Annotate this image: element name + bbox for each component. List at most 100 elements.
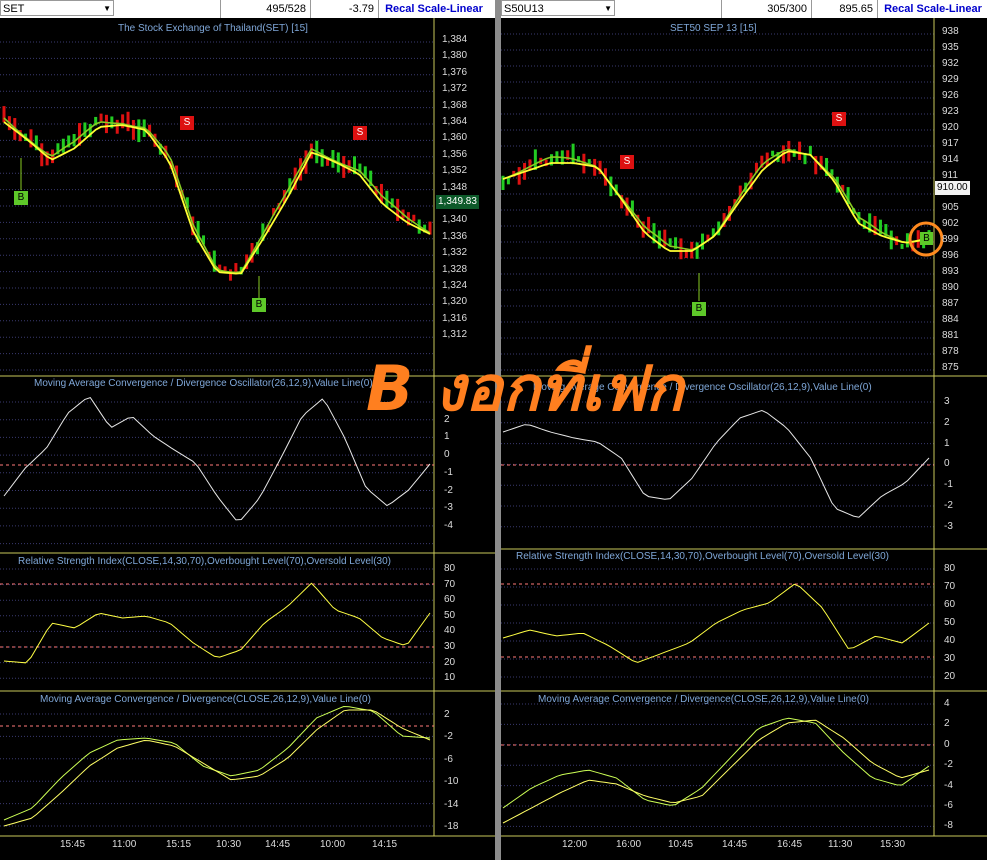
macd-tick-label: -6	[944, 800, 953, 811]
price-tick-label: 914	[942, 154, 959, 165]
right-macd-title: Moving Average Convergence / Divergence(…	[538, 694, 869, 705]
time-tick-label: 11:30	[828, 839, 853, 850]
right-signal-buy: B	[692, 302, 706, 316]
right-count: 305/300	[721, 0, 811, 18]
osc-tick-label: -1	[944, 479, 953, 491]
price-tick-label: 1,360	[442, 132, 468, 144]
macd-tick-label: -8	[944, 820, 953, 832]
time-tick-label: 12:00	[562, 839, 588, 850]
price-tick-label: 932	[942, 58, 959, 69]
price-tick-label: 1,352	[442, 165, 468, 177]
left-signal-buy: B	[252, 298, 266, 312]
left-rsi-line	[3, 582, 431, 664]
price-tick-label: 896	[942, 250, 959, 261]
macd-tick-label: -2	[944, 759, 953, 771]
macd-tick-label: -4	[944, 779, 953, 791]
annotation-text: B งอกที่เฟก	[366, 352, 684, 425]
right-chart-canvas[interactable]	[501, 18, 987, 860]
macd-tick-label: -10	[444, 776, 459, 788]
macd-tick-label: 2	[444, 709, 450, 720]
left-macd-line	[3, 705, 431, 821]
right-signal-sell: S	[832, 112, 846, 126]
price-tick-label: 1,356	[442, 148, 468, 160]
price-tick-label: 929	[942, 74, 959, 85]
left-recal-button[interactable]: Recal Scale-Linear	[378, 0, 489, 18]
left-signal-buy: B	[14, 191, 28, 205]
macd-tick-label: -14	[444, 798, 459, 810]
right-signal-sell: S	[620, 155, 634, 169]
right-candles	[501, 140, 931, 260]
rsi-tick-label: 80	[944, 563, 956, 574]
rsi-tick-label: 50	[444, 609, 456, 621]
left-macd-signal	[3, 709, 431, 827]
macd-tick-label: 0	[944, 738, 950, 750]
rsi-tick-label: 50	[944, 617, 956, 628]
time-tick-label: 15:15	[166, 839, 192, 850]
rsi-tick-label: 30	[944, 653, 956, 664]
left-signal-sell: S	[353, 126, 367, 140]
osc-tick-label: 2	[944, 416, 950, 428]
osc-tick-label: -4	[444, 519, 453, 531]
price-tick-label: 875	[942, 362, 959, 373]
price-tick-label: 1,332	[442, 247, 468, 259]
rsi-tick-label: 20	[444, 656, 456, 668]
right-symbol-select[interactable]: S50U13 ▼	[501, 0, 615, 16]
price-tick-label: 923	[942, 106, 959, 117]
right-ma-slow	[502, 150, 930, 252]
left-symbol-select[interactable]: SET ▼	[0, 0, 114, 16]
left-chart-canvas[interactable]	[0, 18, 495, 860]
right-rsi-title: Relative Strength Index(CLOSE,14,30,70),…	[516, 551, 889, 562]
left-last-price-tag: 1,349.83	[436, 195, 479, 209]
price-tick-label: 1,384	[442, 34, 468, 45]
time-tick-label: 15:30	[880, 839, 906, 850]
time-tick-label: 14:45	[265, 839, 291, 850]
right-change: 895.65	[811, 0, 877, 18]
right-rsi-line	[502, 583, 930, 663]
osc-tick-label: 0	[944, 458, 950, 470]
osc-tick-label: -3	[444, 502, 453, 514]
rsi-tick-label: 60	[444, 594, 456, 606]
price-tick-label: 881	[942, 330, 959, 341]
left-symbol-value: SET	[3, 3, 25, 15]
time-tick-label: 14:45	[722, 839, 748, 850]
macd-tick-label: 2	[944, 718, 950, 730]
right-toolbar: S50U13 ▼ 305/300 895.65 Recal Scale-Line…	[501, 0, 987, 18]
time-tick-label: 16:00	[616, 839, 642, 850]
price-tick-label: 893	[942, 266, 959, 277]
osc-tick-label: -2	[444, 484, 453, 496]
price-tick-label: 1,376	[442, 66, 468, 78]
rsi-tick-label: 70	[944, 581, 956, 592]
left-candles	[2, 106, 432, 281]
osc-tick-label: 0	[444, 449, 450, 461]
price-tick-label: 899	[942, 234, 959, 245]
price-tick-label: 1,312	[442, 329, 468, 341]
time-tick-label: 10:45	[668, 839, 694, 850]
price-tick-label: 1,316	[442, 312, 468, 324]
left-count: 495/528	[220, 0, 310, 18]
price-tick-label: 920	[942, 122, 959, 133]
price-tick-label: 890	[942, 282, 959, 293]
rsi-tick-label: 20	[944, 671, 956, 682]
price-tick-label: 902	[942, 218, 959, 229]
right-recal-button[interactable]: Recal Scale-Linear	[877, 0, 987, 18]
left-rsi-title: Relative Strength Index(CLOSE,14,30,70),…	[18, 556, 391, 567]
osc-tick-label: -3	[944, 520, 953, 532]
osc-tick-label: -1	[444, 466, 453, 478]
right-macd-line	[502, 717, 930, 809]
time-tick-label: 10:00	[320, 839, 346, 850]
time-tick-label: 16:45	[777, 839, 803, 850]
price-tick-label: 935	[942, 42, 959, 53]
chevron-down-icon: ▼	[604, 4, 612, 13]
right-last-price-tag: 910.00	[935, 181, 970, 195]
price-tick-label: 1,320	[442, 296, 468, 308]
price-tick-label: 1,324	[442, 280, 468, 291]
price-tick-label: 1,336	[442, 230, 468, 242]
price-tick-label: 1,372	[442, 83, 468, 95]
rsi-tick-label: 60	[944, 599, 956, 610]
macd-tick-label: -6	[444, 753, 453, 765]
time-tick-label: 15:45	[60, 839, 86, 850]
left-toolbar: SET ▼ 495/528 -3.79 Recal Scale-Linear	[0, 0, 495, 18]
rsi-tick-label: 80	[444, 563, 456, 574]
price-tick-label: 911	[942, 170, 958, 181]
rsi-tick-label: 10	[444, 672, 456, 684]
